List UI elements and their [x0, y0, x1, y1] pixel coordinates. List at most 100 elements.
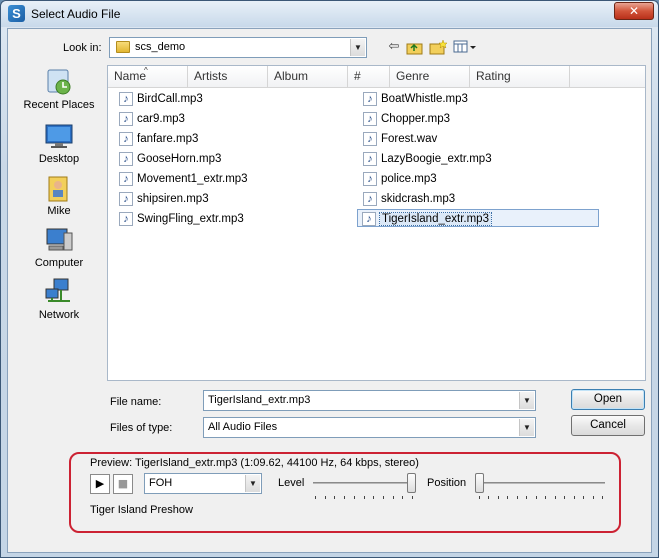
list-item[interactable]: ♪ BirdCall.mp3 — [117, 90, 203, 108]
audio-file-icon: ♪ — [119, 172, 133, 186]
computer-icon — [44, 225, 74, 255]
file-name: car9.mp3 — [137, 113, 185, 125]
list-item-selected[interactable]: ♪ TigerIsland_extr.mp3 — [357, 209, 599, 227]
slider-tick — [402, 496, 403, 499]
position-thumb[interactable] — [475, 473, 484, 493]
slider-tick — [325, 496, 326, 499]
list-item[interactable]: ♪ fanfare.mp3 — [117, 130, 198, 148]
place-label: Recent Places — [23, 99, 95, 111]
audio-file-icon: ♪ — [363, 152, 377, 166]
list-item[interactable]: ♪ car9.mp3 — [117, 110, 185, 128]
place-label: Mike — [47, 205, 71, 217]
column-header-artists[interactable]: Artists — [188, 66, 268, 88]
back-icon[interactable]: ⇦ — [385, 39, 403, 55]
slider-tick — [526, 496, 527, 499]
chevron-down-icon[interactable]: ▼ — [245, 475, 260, 492]
audio-file-icon: ♪ — [119, 132, 133, 146]
slider-tick — [344, 496, 345, 499]
column-header-album[interactable]: Album — [268, 66, 348, 88]
file-name: SwingFling_extr.mp3 — [137, 213, 244, 225]
file-name: GooseHorn.mp3 — [137, 153, 222, 165]
slider-tick — [574, 496, 575, 499]
slider-tick — [545, 496, 546, 499]
list-item[interactable]: ♪ SwingFling_extr.mp3 — [117, 210, 244, 228]
new-folder-icon[interactable] — [429, 39, 448, 55]
slider-tick — [488, 496, 489, 499]
up-folder-icon[interactable] — [406, 39, 424, 55]
slider-tick — [412, 496, 413, 499]
place-network[interactable]: Network — [13, 277, 105, 321]
column-header-rating[interactable]: Rating — [470, 66, 570, 88]
position-track — [477, 482, 605, 484]
slider-tick — [555, 496, 556, 499]
audio-file-icon: ♪ — [363, 92, 377, 106]
level-ticks — [315, 496, 413, 500]
stop-button[interactable]: ■ — [113, 474, 133, 494]
cancel-button[interactable]: Cancel — [571, 415, 645, 436]
column-header-name[interactable]: Name ^ — [108, 66, 188, 88]
device-dropdown[interactable]: FOH ▼ — [144, 473, 262, 494]
network-icon — [44, 277, 74, 307]
slider-tick — [498, 496, 499, 499]
place-label: Desktop — [38, 153, 80, 165]
position-label: Position — [427, 477, 467, 489]
chevron-down-icon[interactable]: ▼ — [519, 392, 534, 409]
position-ticks — [479, 496, 603, 500]
list-item[interactable]: ♪ Chopper.mp3 — [361, 110, 450, 128]
list-item[interactable]: ♪ Movement1_extr.mp3 — [117, 170, 248, 188]
place-label: Network — [38, 309, 80, 321]
list-item[interactable]: ♪ LazyBoogie_extr.mp3 — [361, 150, 492, 168]
place-computer[interactable]: Computer — [13, 225, 105, 269]
look-in-value: scs_demo — [135, 41, 186, 53]
file-list[interactable]: Name ^ Artists Album # Genre Rating ♪ Bir… — [107, 65, 646, 381]
look-in-dropdown[interactable]: scs_demo ▼ — [109, 37, 367, 58]
file-name: Movement1_extr.mp3 — [137, 173, 248, 185]
file-name-label: File name: — [110, 396, 162, 408]
slider-tick — [315, 496, 316, 499]
column-header-genre[interactable]: Genre — [390, 66, 470, 88]
place-desktop[interactable]: Desktop — [13, 121, 105, 165]
file-name: shipsiren.mp3 — [137, 193, 209, 205]
file-name: TigerIsland_extr.mp3 — [379, 212, 492, 226]
places-bar: Recent Places Desktop Mike Computer Netw… — [13, 67, 105, 383]
list-item[interactable]: ♪ GooseHorn.mp3 — [117, 150, 221, 168]
recent-places-icon — [44, 67, 74, 97]
audio-file-icon: ♪ — [362, 212, 376, 226]
place-recent-places[interactable]: Recent Places — [13, 67, 105, 111]
title-bar[interactable]: S Select Audio File ✕ — [1, 1, 658, 27]
column-header-track[interactable]: # — [348, 66, 390, 88]
level-thumb[interactable] — [407, 473, 416, 493]
app-logo-icon: S — [8, 5, 25, 22]
audio-file-icon: ♪ — [119, 92, 133, 106]
folder-icon — [116, 41, 130, 53]
file-type-dropdown[interactable]: All Audio Files ▼ — [203, 417, 536, 438]
chevron-down-icon[interactable]: ▼ — [350, 39, 365, 56]
level-label: Level — [278, 477, 305, 489]
file-name: LazyBoogie_extr.mp3 — [381, 153, 492, 165]
open-button[interactable]: Open — [571, 389, 645, 410]
play-button[interactable]: ▶ — [90, 474, 110, 494]
level-slider[interactable] — [311, 471, 416, 501]
list-item[interactable]: ♪ police.mp3 — [361, 170, 437, 188]
position-slider[interactable] — [475, 471, 607, 501]
place-mike[interactable]: Mike — [13, 173, 105, 217]
close-button[interactable]: ✕ — [614, 2, 654, 20]
slider-tick — [602, 496, 603, 499]
chevron-down-icon[interactable]: ▼ — [519, 419, 534, 436]
look-in-label: Look in: — [63, 42, 102, 54]
dialog-window: S Select Audio File ✕ Look in: scs_demo … — [0, 0, 659, 558]
list-item[interactable]: ♪ BoatWhistle.mp3 — [361, 90, 468, 108]
file-name: BoatWhistle.mp3 — [381, 93, 468, 105]
file-name-input[interactable]: TigerIsland_extr.mp3 ▼ — [203, 390, 536, 411]
file-name: Chopper.mp3 — [381, 113, 451, 125]
audio-file-icon: ♪ — [119, 212, 133, 226]
desktop-icon — [44, 121, 74, 151]
list-item[interactable]: ♪ shipsiren.mp3 — [117, 190, 209, 208]
views-icon[interactable] — [453, 39, 477, 55]
list-item[interactable]: ♪ Forest.wav — [361, 130, 437, 148]
device-value: FOH — [149, 477, 173, 489]
user-folder-icon — [44, 173, 74, 203]
slider-tick — [593, 496, 594, 499]
file-name: Forest.wav — [381, 133, 438, 145]
list-item[interactable]: ♪ skidcrash.mp3 — [361, 190, 455, 208]
